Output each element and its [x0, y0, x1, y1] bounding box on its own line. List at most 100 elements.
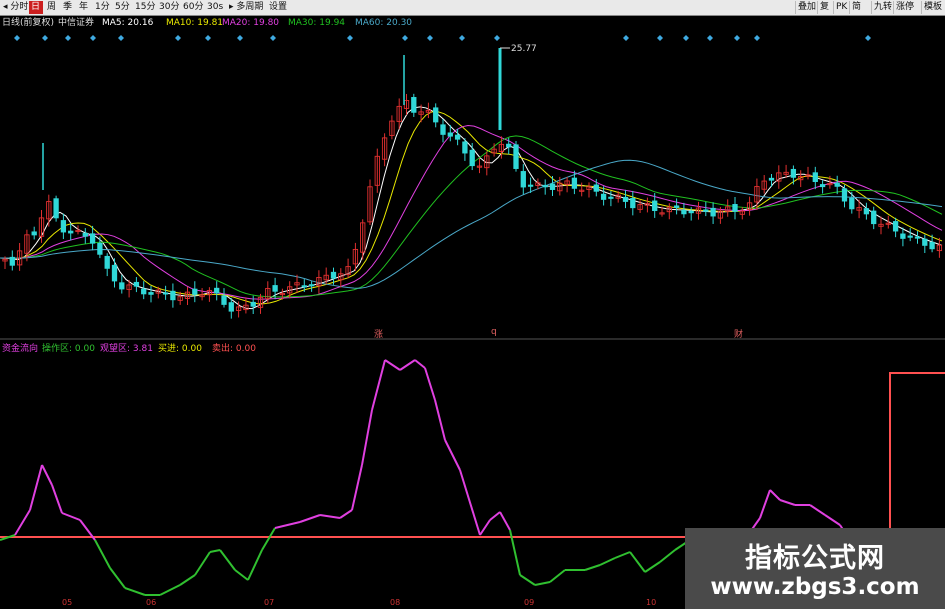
indicator-segment: [274, 521, 301, 529]
candle-body: [411, 97, 417, 113]
indicator-segment: [194, 551, 211, 576]
signal-marker: [754, 35, 760, 41]
event-marker-1[interactable]: 涨: [374, 327, 383, 340]
candle-body: [812, 172, 818, 183]
indicator-segment: [779, 499, 796, 506]
indicator-segment: [519, 574, 536, 586]
signal-marker: [237, 35, 243, 41]
signal-marker: [270, 35, 276, 41]
signal-marker: [175, 35, 181, 41]
candle-body: [790, 168, 797, 178]
indicator-segment: [94, 539, 111, 569]
candle-body: [433, 107, 439, 123]
candle-body: [250, 301, 256, 307]
signal-marker: [205, 35, 211, 41]
event-marker-2[interactable]: q: [491, 327, 497, 337]
indicator-segment: [14, 509, 31, 536]
candle-body: [330, 271, 337, 279]
signal-marker: [657, 35, 663, 41]
candle-body: [914, 236, 921, 239]
candle-body: [732, 204, 738, 212]
indicator-segment: [351, 464, 363, 511]
candle-body: [630, 198, 636, 209]
candle-body: [608, 196, 614, 199]
x-tick: 06: [146, 598, 157, 607]
candle-body: [221, 295, 227, 305]
candle-body: [97, 242, 103, 255]
candle-body: [68, 230, 74, 234]
indicator-segment: [644, 561, 661, 573]
event-marker-3[interactable]: 财: [734, 327, 743, 340]
indicator-segment: [499, 511, 511, 531]
candle-body: [170, 290, 176, 301]
candle-body: [133, 281, 140, 287]
signal-marker: [347, 35, 353, 41]
annotations: 25.77: [500, 44, 537, 54]
candle-body: [454, 134, 461, 140]
signal-marker: [402, 35, 408, 41]
candle-body: [214, 287, 220, 294]
signal-marker: [707, 35, 713, 41]
ma5-line: [0, 106, 943, 310]
stock-chart-window: { "toolbar": { "left": [ {"label": "◂ 分时…: [0, 0, 945, 609]
candle-body: [148, 292, 154, 295]
candle-body: [228, 302, 234, 312]
candle-body: [53, 198, 59, 219]
candle-body: [922, 238, 928, 246]
indicator-segment: [179, 574, 196, 586]
indicator-segment: [479, 519, 491, 536]
candle-body: [841, 188, 848, 202]
x-tick: 10: [646, 598, 657, 607]
candle-body: [834, 182, 840, 187]
candle-body: [688, 210, 694, 214]
candle-body: [60, 220, 67, 233]
indicator-segment: [399, 359, 416, 371]
candle-body: [900, 233, 906, 239]
candle-body: [622, 196, 629, 202]
indicator-segment: [434, 399, 446, 441]
candle-body: [892, 221, 899, 232]
candle-body: [871, 210, 877, 225]
x-tick: 09: [524, 598, 535, 607]
watermark-logo: 指标公式网 www.zbgs3.com: [685, 528, 945, 609]
indicator-segment: [159, 584, 181, 596]
threshold-step: [884, 372, 945, 538]
indicator-segment: [319, 514, 341, 519]
indicator-segment: [534, 581, 551, 586]
candle-body: [141, 288, 147, 295]
signal-marker: [734, 35, 740, 41]
moving-average-lines: [0, 106, 943, 310]
candle-body: [272, 285, 278, 292]
signal-marker: [623, 35, 629, 41]
indicator-segment: [109, 567, 126, 589]
candle-body: [111, 264, 118, 282]
candle-body: [863, 208, 870, 215]
indicator-segment: [459, 469, 481, 536]
indicator-segment: [41, 464, 53, 486]
indicator-segment: [51, 484, 63, 514]
indicator-segment: [261, 527, 276, 551]
candle-body: [542, 184, 548, 188]
candle-body: [462, 141, 468, 154]
candle-body: [819, 184, 826, 188]
chart-canvas[interactable]: 25.77: [0, 0, 945, 609]
signal-marker: [427, 35, 433, 41]
signal-markers: [14, 35, 871, 41]
candle-body: [9, 256, 15, 266]
indicator-segment: [659, 549, 676, 563]
candle-body: [907, 235, 913, 238]
signal-marker: [865, 35, 871, 41]
indicator-segment: [584, 564, 601, 571]
candle-body: [710, 207, 716, 217]
signal-marker: [118, 35, 124, 41]
signal-marker: [683, 35, 689, 41]
indicator-segment: [234, 569, 249, 581]
candle-body: [513, 144, 519, 169]
candle-body: [593, 184, 599, 192]
candle-body: [119, 282, 125, 290]
candle-body: [520, 171, 526, 188]
x-tick: 05: [62, 598, 73, 607]
candle-body: [929, 241, 935, 250]
indicator-segment: [444, 439, 461, 471]
signal-marker: [65, 35, 71, 41]
